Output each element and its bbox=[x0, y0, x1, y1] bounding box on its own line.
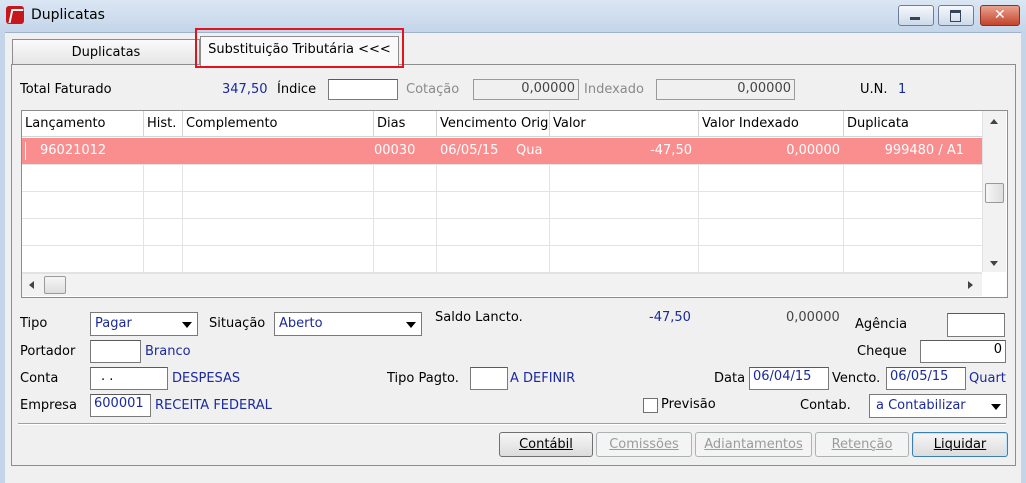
agencia-label: Agência bbox=[855, 317, 908, 332]
total-faturado-value: 347,50 bbox=[222, 82, 268, 97]
vencto-label: Vencto. bbox=[832, 371, 881, 386]
column-header-complemento[interactable]: Complemento bbox=[183, 111, 374, 137]
scroll-up-icon[interactable] bbox=[990, 119, 998, 124]
comissoes-button[interactable]: Comissões bbox=[596, 432, 692, 457]
tipo-pagto-code-input[interactable] bbox=[470, 367, 508, 390]
situacao-select-value: Aberto bbox=[279, 316, 323, 331]
vertical-scroll-thumb[interactable] bbox=[985, 183, 1004, 203]
column-header-dias[interactable]: Dias bbox=[374, 111, 437, 137]
portador-label: Portador bbox=[20, 344, 76, 359]
tipo-pagto-name: A DEFINIR bbox=[510, 371, 576, 386]
contabil-button[interactable]: Contábil bbox=[499, 432, 593, 457]
table-row-empty[interactable] bbox=[22, 192, 982, 219]
previsao-label: Previsão bbox=[661, 397, 716, 412]
liquidar-button[interactable]: Liquidar bbox=[912, 432, 1008, 457]
duplicatas-grid[interactable]: Lançamento Hist. Complemento Dias Vencim… bbox=[21, 110, 1008, 298]
adiantamentos-button[interactable]: Adiantamentos bbox=[695, 432, 812, 457]
vencto-input[interactable]: 06/05/15 bbox=[886, 367, 966, 390]
maximize-button[interactable] bbox=[938, 5, 974, 26]
scroll-right-icon[interactable] bbox=[968, 281, 973, 289]
agencia-input[interactable] bbox=[947, 313, 1005, 337]
tab-duplicatas[interactable]: Duplicatas bbox=[12, 39, 200, 66]
tipo-label: Tipo bbox=[20, 316, 48, 331]
horizontal-scrollbar[interactable] bbox=[22, 273, 982, 296]
chevron-down-icon bbox=[182, 322, 192, 328]
table-row-empty[interactable] bbox=[22, 246, 982, 273]
close-button[interactable]: ✕ bbox=[980, 5, 1020, 26]
table-row-empty[interactable] bbox=[22, 219, 982, 246]
close-icon: ✕ bbox=[994, 7, 1006, 23]
portador-code-input[interactable] bbox=[90, 340, 141, 363]
contab-label: Contab. bbox=[800, 398, 851, 413]
cell-dias: 00030 bbox=[374, 143, 416, 158]
un-value: 1 bbox=[898, 82, 907, 97]
scroll-down-icon[interactable] bbox=[990, 261, 998, 266]
empresa-name: RECEITA FEDERAL bbox=[155, 398, 272, 413]
window-frame-right bbox=[1021, 32, 1026, 483]
situacao-label: Situação bbox=[209, 316, 266, 331]
window-title-bar bbox=[0, 0, 1026, 33]
indexado-label: Indexado bbox=[584, 82, 644, 97]
column-header-lancamento[interactable]: Lançamento bbox=[22, 111, 144, 137]
column-header-duplicata[interactable]: Duplicata bbox=[844, 111, 984, 137]
row-cursor bbox=[25, 142, 26, 160]
cheque-input[interactable]: 0 bbox=[920, 340, 1006, 363]
minimize-icon bbox=[910, 17, 920, 20]
conta-label: Conta bbox=[20, 371, 59, 386]
cell-valor: -47,50 bbox=[650, 143, 692, 158]
scroll-left-icon[interactable] bbox=[29, 281, 34, 289]
cotacao-label: Cotação bbox=[406, 82, 460, 97]
highlight-box bbox=[195, 28, 404, 68]
tipo-pagto-label: Tipo Pagto. bbox=[387, 371, 459, 386]
contab-select-value: a Contabilizar bbox=[876, 398, 966, 413]
situacao-select[interactable]: Aberto bbox=[274, 312, 422, 336]
saldo-indexado-value: 0,00000 bbox=[786, 310, 840, 325]
column-header-hist[interactable]: Hist. bbox=[144, 111, 183, 137]
horizontal-scroll-thumb[interactable] bbox=[44, 276, 66, 294]
cell-duplicata: 999480 / A1 bbox=[884, 143, 964, 158]
indexado-input[interactable]: 0,00000 bbox=[656, 79, 795, 100]
cell-lancamento: 96021012 bbox=[40, 143, 107, 158]
vertical-scrollbar[interactable] bbox=[982, 111, 1006, 272]
data-label: Data bbox=[714, 371, 746, 386]
tipo-select-value: Pagar bbox=[95, 316, 132, 331]
un-label: U.N. bbox=[860, 82, 888, 97]
empresa-label: Empresa bbox=[20, 398, 77, 413]
previsao-checkbox[interactable] bbox=[643, 398, 658, 413]
data-input[interactable]: 06/04/15 bbox=[749, 367, 829, 390]
minimize-button[interactable] bbox=[898, 5, 934, 26]
contab-select[interactable]: a Contabilizar bbox=[869, 394, 1007, 418]
retencao-button[interactable]: Retenção bbox=[815, 432, 909, 457]
table-row[interactable]: 96021012 00030 06/05/15 Qua -47,50 0,000… bbox=[22, 138, 982, 165]
window-frame-left bbox=[0, 32, 5, 483]
cell-valor-indexado: 0,00000 bbox=[786, 143, 840, 158]
chevron-down-icon bbox=[991, 404, 1001, 410]
window-title: Duplicatas bbox=[31, 7, 105, 23]
saldo-lancto-value: -47,50 bbox=[649, 310, 691, 325]
table-row-empty[interactable] bbox=[22, 165, 982, 192]
chevron-down-icon bbox=[406, 322, 416, 328]
column-header-valor[interactable]: Valor bbox=[550, 111, 699, 137]
maximize-icon bbox=[950, 10, 961, 22]
indice-input[interactable] bbox=[328, 79, 398, 100]
column-header-valor-indexado[interactable]: Valor Indexado bbox=[699, 111, 844, 137]
column-header-vencimento[interactable]: Vencimento Orig. bbox=[437, 111, 550, 137]
separator bbox=[18, 423, 1006, 425]
cotacao-input[interactable]: 0,00000 bbox=[473, 79, 579, 100]
vencto-dia-semana: Quart bbox=[969, 371, 1006, 386]
empresa-code-input[interactable]: 600001 bbox=[90, 394, 151, 417]
conta-code-input[interactable]: . . bbox=[90, 367, 168, 390]
cell-dia-semana: Qua bbox=[516, 143, 543, 158]
conta-name: DESPESAS bbox=[172, 371, 241, 386]
portador-name: Branco bbox=[145, 344, 191, 359]
cell-vencimento: 06/05/15 bbox=[440, 143, 499, 158]
total-faturado-label: Total Faturado bbox=[20, 82, 112, 97]
tab-duplicatas-label: Duplicatas bbox=[71, 45, 141, 60]
app-icon bbox=[6, 6, 24, 24]
cheque-label: Cheque bbox=[857, 344, 907, 359]
indice-label: Índice bbox=[277, 82, 317, 97]
tipo-select[interactable]: Pagar bbox=[90, 312, 198, 336]
saldo-lancto-label: Saldo Lancto. bbox=[435, 310, 523, 325]
